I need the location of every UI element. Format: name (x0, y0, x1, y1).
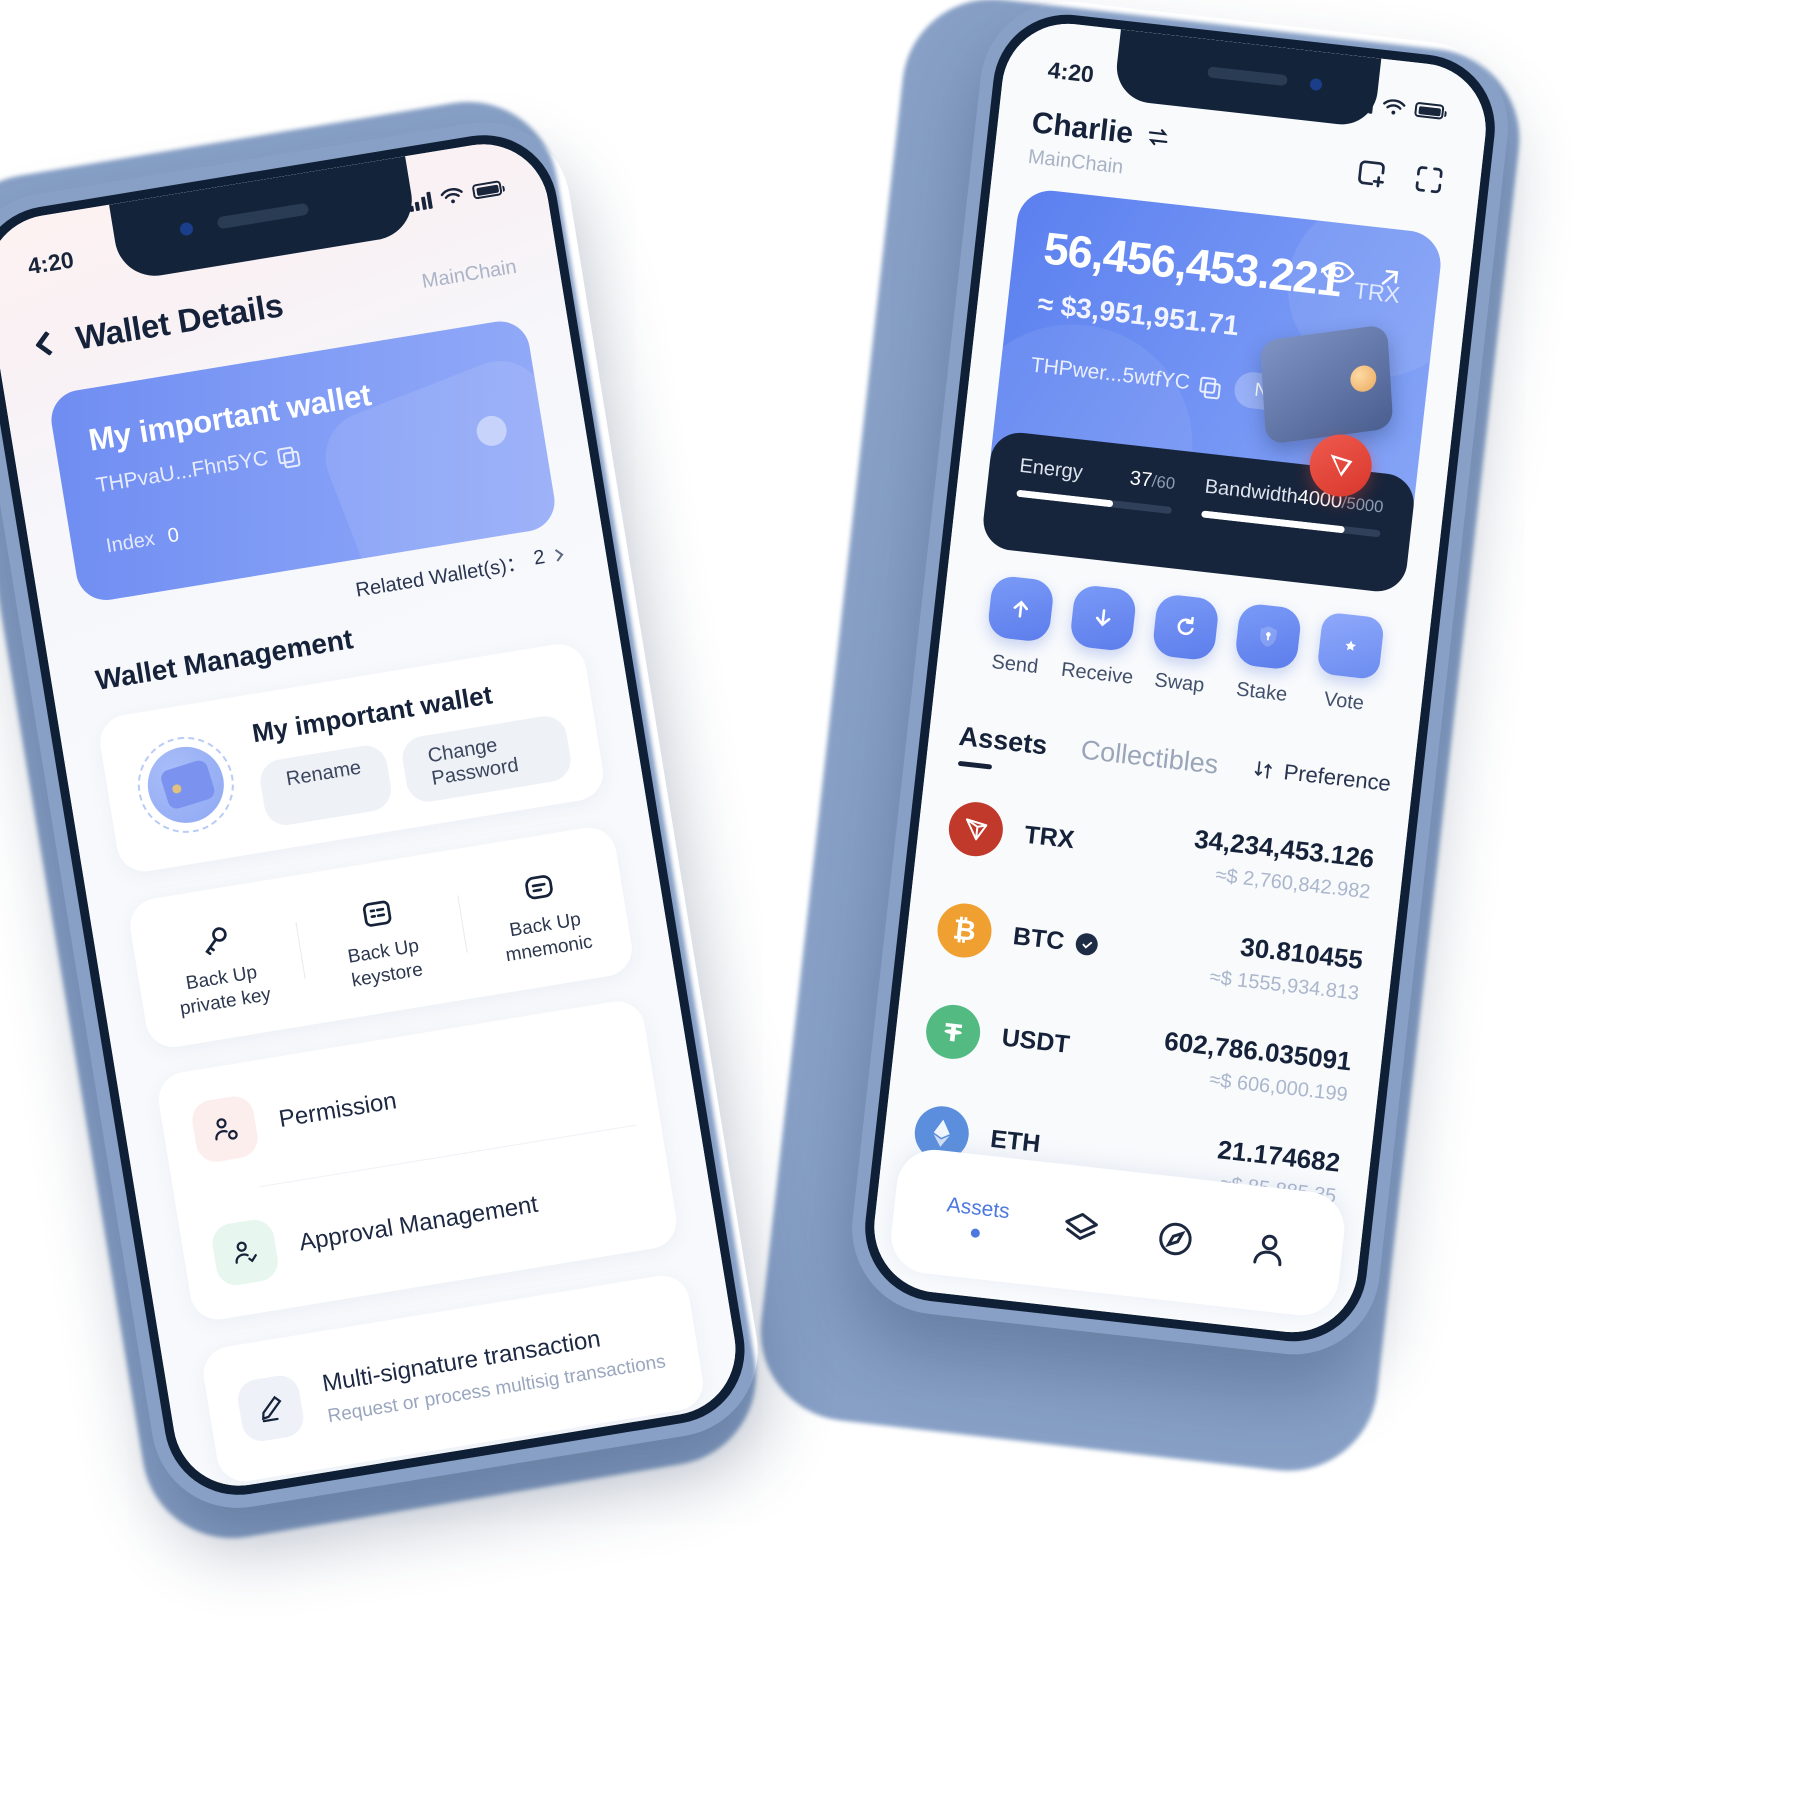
change-password-button[interactable]: Change Password (398, 712, 574, 805)
left-phone-device: 4:20 Wallet Details MainChain My importa… (0, 109, 770, 1520)
front-camera (1309, 77, 1323, 92)
shield-key-icon (1233, 602, 1303, 671)
copy-icon[interactable] (277, 446, 297, 466)
approval-management-label: Approval Management (297, 1190, 540, 1256)
tabbar-item-layers[interactable] (1058, 1205, 1104, 1251)
asset-symbol: USDT (1000, 1022, 1072, 1059)
earpiece-speaker (216, 202, 310, 230)
wallet-avatar-icon (142, 741, 230, 829)
scan-qr-icon[interactable] (1410, 161, 1448, 199)
wallet-identity-body: My important wallet Rename Change Passwo… (250, 668, 574, 828)
action-vote-label: Vote (1322, 688, 1366, 715)
battery-icon (471, 180, 503, 200)
arrow-up-icon (986, 574, 1056, 644)
wallet-address: THPvaU...Fhn5YC (94, 446, 270, 498)
backup-mnemonic-button[interactable]: Back Up mnemonic (454, 848, 632, 975)
wallet-3d-icon (1259, 324, 1394, 445)
wallet-details-screen: 4:20 Wallet Details MainChain My importa… (0, 134, 746, 1496)
action-stake-label: Stake (1235, 678, 1289, 706)
swap-icon (1151, 593, 1220, 662)
energy-label: Energy (1018, 454, 1084, 484)
battery-icon (1414, 101, 1445, 120)
tabbar-item-profile[interactable] (1245, 1226, 1291, 1272)
wallet-avatar-ring (130, 729, 241, 841)
account-name: Charlie (1030, 106, 1135, 151)
person-icon (1253, 1234, 1282, 1267)
action-receive[interactable]: Receive (1051, 583, 1148, 721)
asset-values: 602,786.035091 ≈$ 606,000.199 (1159, 1025, 1353, 1107)
wallet-index-label: Index (104, 527, 157, 558)
resource-energy: Energy 37/60 (1010, 455, 1176, 568)
rename-button[interactable]: Rename (257, 741, 394, 828)
earpiece-speaker (1207, 66, 1288, 87)
related-wallets-count: 2 (531, 546, 547, 570)
arrow-down-icon (1069, 583, 1138, 653)
asset-list: TRX 34,234,453.126 ≈$ 2,760,842.982 ₿ BT… (889, 775, 1378, 1340)
explore-icon (1158, 1222, 1192, 1256)
action-swap-label: Swap (1153, 669, 1206, 697)
asset-values: 34,234,453.126 ≈$ 2,760,842.982 (1189, 823, 1376, 904)
action-send-label: Send (990, 650, 1040, 679)
asset-amount: 21.174682 (1216, 1133, 1342, 1178)
bitcoin-icon: ₿ (934, 900, 995, 961)
asset-values: 30.810455 ≈$ 1555,934.813 (1209, 928, 1365, 1005)
backup-keystore-button[interactable]: Back Up keystore (292, 874, 470, 1001)
back-chevron-icon[interactable] (35, 330, 61, 356)
asset-symbol: ETH (988, 1124, 1042, 1158)
energy-progress (1016, 489, 1173, 515)
add-box-icon[interactable] (1353, 154, 1391, 192)
asset-symbol: TRX (1023, 820, 1076, 854)
action-stake[interactable]: Stake (1216, 601, 1313, 739)
layers-icon (1065, 1213, 1099, 1241)
preference-label: Preference (1282, 759, 1393, 797)
multisig-text: Multi-signature transaction Request or p… (320, 1316, 667, 1429)
energy-value: 37/60 (1128, 467, 1177, 494)
action-send[interactable]: Send (969, 573, 1066, 711)
verified-badge (1074, 932, 1100, 957)
backup-private-key-button[interactable]: Back Up private key (130, 901, 308, 1028)
ticket-star-icon (1315, 611, 1385, 681)
sort-arrows-icon (1254, 761, 1272, 779)
action-swap[interactable]: Swap (1134, 592, 1231, 730)
resource-bandwidth: Bandwidth 4000/5000 (1195, 476, 1384, 591)
asset-symbol: BTC (1012, 922, 1100, 960)
tab-collectibles[interactable]: Collectibles (1079, 734, 1220, 780)
front-camera (179, 221, 194, 237)
left-phone-bezel: 4:20 Wallet Details MainChain My importa… (0, 124, 756, 1506)
action-receive-label: Receive (1060, 658, 1135, 689)
bandwidth-label: Bandwidth (1203, 475, 1299, 508)
tab-assets[interactable]: Assets (957, 720, 1049, 761)
status-icons (407, 180, 503, 213)
wifi-icon (440, 188, 463, 204)
tabbar-assets-label: Assets (945, 1192, 1011, 1223)
account-block[interactable]: Charlie MainChain (1027, 106, 1173, 184)
user-check-icon (209, 1216, 281, 1288)
screenshot-stage: 4:20 Wallet Details MainChain My importa… (0, 0, 1800, 1800)
permission-label: Permission (276, 1086, 399, 1133)
chain-label: MainChain (420, 255, 519, 293)
tabbar-active-dot (970, 1227, 981, 1238)
user-gear-icon (189, 1093, 261, 1165)
tron-logo-icon (946, 799, 1006, 860)
arrow-up-right-icon[interactable] (1373, 261, 1406, 294)
status-time: 4:20 (1046, 56, 1096, 88)
preference-button[interactable]: Preference (1250, 752, 1450, 808)
switch-account-icon[interactable] (1143, 123, 1172, 152)
tabbar-item-explore[interactable] (1152, 1216, 1198, 1262)
copy-icon[interactable] (1199, 376, 1218, 395)
wifi-icon (1383, 99, 1406, 115)
pencil-icon (235, 1372, 307, 1444)
tabbar-item-assets[interactable]: Assets (944, 1193, 1011, 1241)
tether-icon (923, 1002, 983, 1062)
header-actions (1353, 142, 1450, 198)
status-time: 4:20 (25, 245, 76, 279)
wallet-index-value: 0 (166, 523, 181, 548)
eye-icon[interactable] (1320, 257, 1357, 287)
action-vote[interactable]: Vote (1298, 610, 1395, 748)
